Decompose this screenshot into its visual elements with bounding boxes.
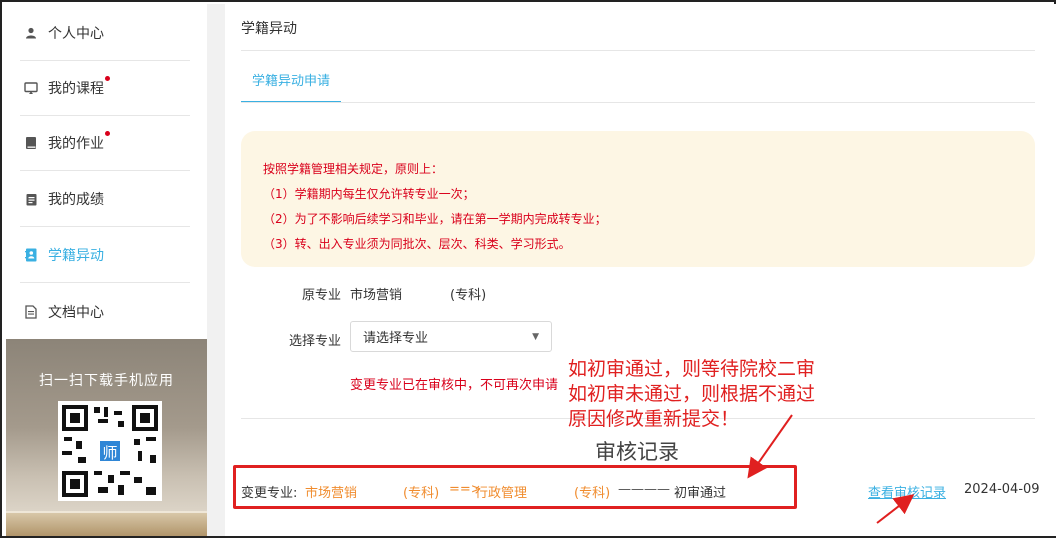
sidebar-item-label: 文档中心 xyxy=(48,304,104,321)
main-content: 学籍异动 学籍异动申请 按照学籍管理相关规定，原则上： （1）学籍期内每生仅允许… xyxy=(225,4,1056,536)
monitor-icon xyxy=(24,81,38,95)
status-connector: ———— xyxy=(618,482,670,497)
original-major-level: (专科) xyxy=(450,288,487,303)
to-level: (专科) xyxy=(574,486,611,501)
notice-heading: 按照学籍管理相关规定，原则上： xyxy=(263,162,444,176)
document-icon xyxy=(24,304,38,319)
contact-card-icon xyxy=(24,248,38,262)
clipboard-icon xyxy=(24,192,38,206)
title-divider xyxy=(241,50,1035,51)
sidebar-item-my-courses[interactable]: 我的课程 xyxy=(20,61,190,116)
pending-review-warning: 变更专业已在审核中，不可再次申请 xyxy=(350,378,559,393)
tab-divider xyxy=(241,102,1035,103)
sidebar-item-my-homework[interactable]: 我的作业 xyxy=(20,116,190,171)
download-app-text: 扫一扫下载手机应用 xyxy=(39,373,174,389)
book-icon xyxy=(24,136,38,150)
rules-notice: 按照学籍管理相关规定，原则上： （1）学籍期内每生仅允许转专业一次； （2）为了… xyxy=(241,131,1035,267)
review-date: 2024-04-09 xyxy=(964,482,1040,497)
to-major: 行政管理 xyxy=(475,486,528,501)
from-level: (专科) xyxy=(403,486,440,501)
sidebar-item-label: 个人中心 xyxy=(48,26,104,42)
page-title: 学籍异动 xyxy=(241,21,297,37)
user-icon xyxy=(24,26,38,40)
view-review-records-link[interactable]: 查看审核记录 xyxy=(868,482,946,501)
annotation-line: 如初审未通过，则根据不通过 xyxy=(568,383,816,405)
review-status: 初审通过 xyxy=(674,486,727,501)
from-major: 市场营销 xyxy=(305,486,358,501)
tab-status-change-application[interactable]: 学籍异动申请 xyxy=(241,58,341,103)
annotation-note: 如初审通过，则等待院校二审 如初审未通过，则根据不通过 原因修改重新提交！ xyxy=(568,357,815,432)
review-records-title: 审核记录 xyxy=(595,440,679,464)
app-logo-icon: 师 xyxy=(98,439,122,463)
app-download-banner: 扫一扫下载手机应用 师 xyxy=(6,339,207,536)
notice-line: （3）转、出入专业须为同批次、层次、科类、学习形式。 xyxy=(263,237,571,251)
sidebar-item-label: 学籍异动 xyxy=(48,248,104,264)
sidebar-item-status-change[interactable]: 学籍异动 xyxy=(20,228,190,283)
annotation-line: 原因修改重新提交！ xyxy=(568,408,740,430)
original-major-label: 原专业 xyxy=(302,288,342,303)
notification-dot xyxy=(105,76,110,81)
major-select[interactable]: 请选择专业 ▼ xyxy=(350,321,552,352)
page-frame: 个人中心 我的课程 我的作业 我的成绩 学籍异动 文档中心 扫一扫下载手机应用 … xyxy=(0,0,1056,538)
sidebar-item-label: 我的作业 xyxy=(48,136,104,152)
notification-dot xyxy=(105,131,110,136)
change-major-prefix: 变更专业: xyxy=(241,486,298,501)
book-image xyxy=(6,511,207,536)
sidebar-item-personal-center[interactable]: 个人中心 xyxy=(20,6,190,61)
sidebar-divider xyxy=(207,4,225,536)
notice-line: （1）学籍期内每生仅允许转专业一次； xyxy=(263,187,475,201)
sidebar-item-label: 我的成绩 xyxy=(48,192,104,208)
sidebar-item-label: 我的课程 xyxy=(48,81,104,97)
qr-code: 师 xyxy=(58,401,162,501)
major-select-placeholder: 请选择专业 xyxy=(363,331,429,346)
original-major-value: 市场营销 xyxy=(350,288,403,303)
sidebar-item-my-grades[interactable]: 我的成绩 xyxy=(20,172,190,227)
notice-line: （2）为了不影响后续学习和毕业，请在第一学期内完成转专业； xyxy=(263,212,607,226)
select-major-label: 选择专业 xyxy=(289,334,342,349)
annotation-line: 如初审通过，则等待院校二审 xyxy=(568,358,816,380)
sidebar-item-documents[interactable]: 文档中心 xyxy=(20,284,190,339)
caret-down-icon: ▼ xyxy=(532,332,539,342)
